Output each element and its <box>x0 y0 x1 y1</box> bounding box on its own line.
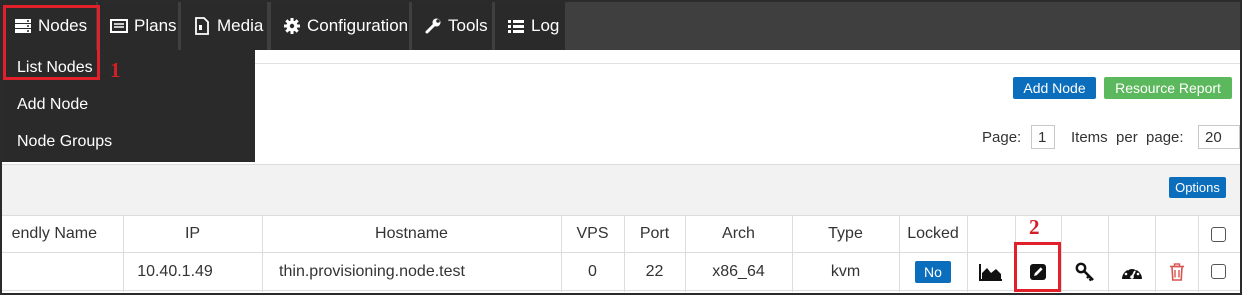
log-icon <box>507 17 525 35</box>
file-icon <box>193 17 211 35</box>
nav-tab-label: Plans <box>134 16 177 35</box>
nav-tab-label: Tools <box>448 16 488 35</box>
delete-action[interactable] <box>1155 253 1198 290</box>
page-label: Page: <box>982 129 1022 146</box>
row-checkbox[interactable] <box>1210 264 1226 279</box>
top-navbar: Nodes Plans Media Configuration Tools Lo… <box>0 0 1242 50</box>
gear-icon <box>283 17 301 35</box>
cell-friendly-name <box>2 253 123 290</box>
trash-icon <box>1169 262 1184 281</box>
wrench-icon <box>424 17 442 35</box>
cell-locked: No <box>899 253 967 290</box>
nav-tab-media[interactable]: Media <box>181 2 267 50</box>
nav-tab-label: Log <box>531 16 560 35</box>
items-per-page-label: Items per page: <box>1071 129 1184 146</box>
column-header-friendly-name[interactable]: endly Name <box>2 216 97 252</box>
annotation-box-nodes <box>3 5 100 80</box>
area-chart-icon <box>979 263 1002 281</box>
nav-tab-label: Configuration <box>307 16 409 35</box>
column-header-locked[interactable]: Locked <box>899 216 967 252</box>
page-input[interactable]: 1 <box>1031 125 1055 149</box>
column-header-hostname[interactable]: Hostname <box>262 216 561 252</box>
nav-tab-plans[interactable]: Plans <box>98 2 178 50</box>
resource-report-button[interactable]: Resource Report <box>1104 77 1232 99</box>
add-node-button[interactable]: Add Node <box>1013 77 1096 99</box>
dashboard-action[interactable] <box>1108 253 1155 290</box>
row-checkbox-cell <box>1198 253 1238 290</box>
cell-arch: x86_64 <box>712 262 765 280</box>
dashboard-icon <box>1121 265 1142 279</box>
annotation-box-edit <box>1014 242 1061 292</box>
column-header-type[interactable]: Type <box>792 216 899 252</box>
nav-tab-tools[interactable]: Tools <box>412 2 492 50</box>
column-header-port[interactable]: Port <box>624 216 685 252</box>
nav-tab-label: Media <box>217 16 264 35</box>
menu-item-add-node[interactable]: Add Node <box>17 96 88 114</box>
cell-port: 22 <box>645 262 664 280</box>
locked-badge[interactable]: No <box>915 260 951 283</box>
select-all-checkbox[interactable] <box>1210 226 1226 242</box>
menu-item-node-groups[interactable]: Node Groups <box>17 133 112 151</box>
key-icon <box>1075 262 1094 281</box>
items-per-page-input[interactable]: 20 <box>1198 125 1240 149</box>
nav-tab-configuration[interactable]: Configuration <box>271 2 409 50</box>
select-all-checkbox-cell <box>1198 216 1238 252</box>
cell-ip: 10.40.1.49 <box>137 262 213 280</box>
options-button[interactable]: Options <box>1169 177 1226 198</box>
list-icon <box>110 17 128 35</box>
column-header-arch[interactable]: Arch <box>685 216 792 252</box>
stats-action[interactable] <box>967 253 1015 290</box>
options-bar <box>2 164 1240 216</box>
column-header-vps[interactable]: VPS <box>561 216 624 252</box>
cell-vps: 0 <box>588 262 597 280</box>
key-action[interactable] <box>1061 253 1108 290</box>
cell-hostname: thin.provisioning.node.test <box>279 262 465 280</box>
column-header-ip[interactable]: IP <box>123 216 262 252</box>
annotation-number-2: 2 <box>1029 215 1040 239</box>
cell-type: kvm <box>830 262 861 280</box>
annotation-number-1: 1 <box>110 58 121 82</box>
nav-tab-log[interactable]: Log <box>495 2 565 50</box>
